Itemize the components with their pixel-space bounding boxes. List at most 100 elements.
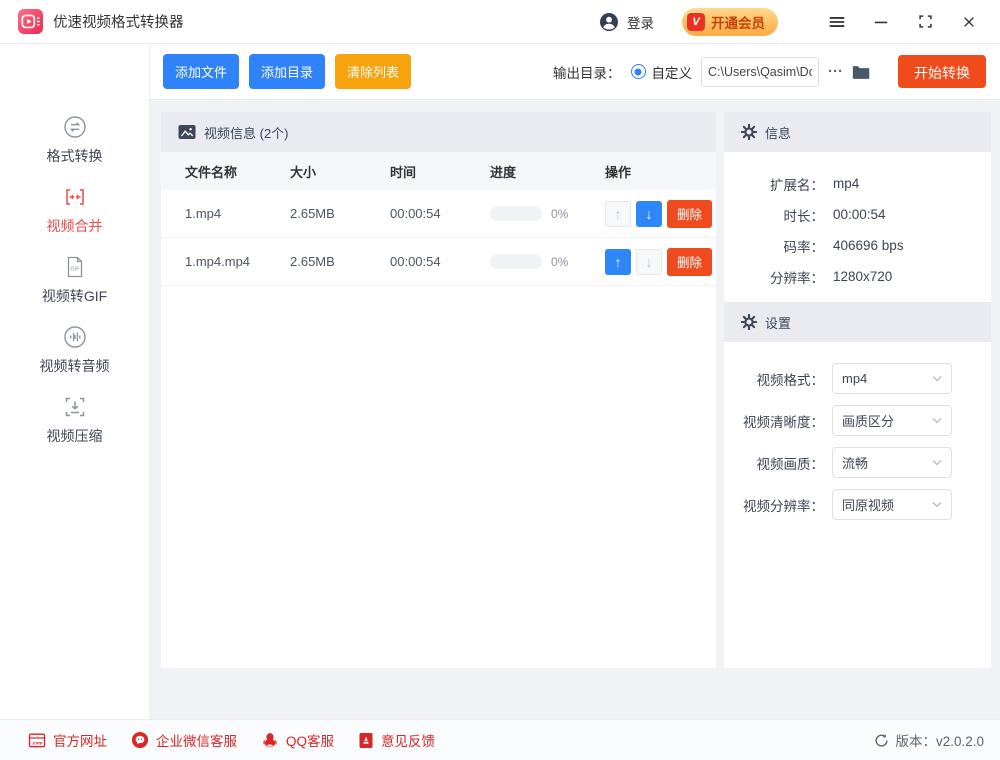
sidebar-item-label: 视频合并 [46,218,103,234]
video-list-panel: 视频信息 (2个) 文件名称 大小 时间 进度 操作 1.mp4 2.65MB … [161,112,716,668]
wechat-support-link[interactable]: 企业微信客服 [131,730,237,750]
select-video-clarity[interactable]: 画质区分 [832,405,952,436]
file-time: 00:00:54 [390,254,441,269]
progress-cell: 0% [490,254,605,269]
output-path-input[interactable] [701,56,819,87]
arrow-down-icon: ↓ [645,205,653,222]
panel-title: 视频信息 (2个) [204,125,289,141]
info-list: 扩展名： mp4 时长： 00:00:54 码率： 406696 bps 分辨率… [724,152,991,292]
column-header: 文件名称 [185,164,238,180]
move-down-button[interactable]: ↓ [636,200,662,227]
clear-list-button[interactable]: 清除列表 [335,54,412,89]
gear-icon [741,314,757,330]
settings-row: 视频清晰度： 画质区分 [724,405,991,436]
chevron-down-icon [932,376,942,382]
svg-text:GIF: GIF [70,267,80,273]
login-button[interactable]: 登录 [598,11,654,33]
app-window: 优速视频格式转换器 登录 V 开通会员 格式转换 视频合并 GIF 视频转GIF… [0,0,1000,760]
chevron-down-icon [932,460,942,466]
delete-button[interactable]: 删除 [667,247,713,276]
custom-radio[interactable] [630,64,646,79]
gear-icon [741,124,757,140]
minimize-icon [874,21,888,23]
chevron-down-icon [932,418,942,424]
move-down-button[interactable]: ↓ [636,248,662,275]
row-actions: ↑ ↓ 删除 [605,199,716,228]
sidebar-item-video-merge[interactable]: 视频合并 [0,184,149,254]
table-header: 文件名称 大小 时间 进度 操作 [161,152,716,190]
file-size: 2.65MB [290,254,335,269]
qq-support-link[interactable]: QQ客服 [261,730,334,750]
version-label: 版本：v2.0.2.0 [874,730,984,750]
sidebar-item-video-to-gif[interactable]: GIF 视频转GIF [0,254,149,324]
refresh-icon [875,733,889,747]
video-info-header: 视频信息 (2个) [161,112,716,152]
delete-button[interactable]: 删除 [667,199,713,228]
info-row: 分辨率： 1280x720 [770,269,893,286]
titlebar: 优速视频格式转换器 登录 V 开通会员 [0,0,1000,44]
move-up-button[interactable]: ↑ [605,248,631,275]
maximize-button[interactable] [914,11,936,33]
website-icon: .com [28,733,46,747]
feedback-link[interactable]: 意见反馈 [358,730,435,750]
select-video-resolution[interactable]: 同原视频 [832,489,952,520]
sidebar: 格式转换 视频合并 GIF 视频转GIF 视频转音频 视频压缩 [0,44,150,719]
sidebar-item-video-compress[interactable]: 视频压缩 [0,394,149,464]
output-directory-group: 输出目录： 自定义 ··· 开始转换 [553,55,986,88]
compress-icon [65,397,84,417]
column-header: 操作 [605,164,632,180]
vip-icon: V [687,12,705,31]
audio-icon [63,326,86,348]
add-directory-button[interactable]: 添加目录 [249,54,326,89]
select-video-quality[interactable]: 流畅 [832,447,952,478]
custom-radio-label: 自定义 [651,65,693,81]
vip-button[interactable]: V 开通会员 [682,7,778,36]
maximize-icon [918,15,932,28]
vip-label: 开通会员 [711,15,765,31]
file-size: 2.65MB [290,206,335,221]
more-options-button[interactable]: ··· [828,63,843,80]
titlebar-controls: 登录 V 开通会员 [598,7,980,36]
toolbar: 添加文件 添加目录 清除列表 输出目录： 自定义 ··· 开始转换 [150,44,1000,100]
select-video-format[interactable]: mp4 [832,363,952,394]
progress-bar [490,254,542,269]
info-row: 时长： 00:00:54 [783,207,886,224]
video-merge-icon [65,189,84,205]
info-row: 扩展名： mp4 [770,176,860,193]
column-header: 进度 [490,164,517,180]
progress-bar [490,206,542,221]
footer: .com 官方网址 企业微信客服 QQ客服 意见反馈 版本：v2.0.2.0 [0,719,1000,760]
add-file-button[interactable]: 添加文件 [163,54,240,89]
details-panel: 信息 扩展名： mp4 时长： 00:00:54 码率： 406696 bps … [724,112,991,668]
format-convert-icon [63,116,86,138]
column-header: 时间 [390,164,417,180]
sidebar-item-format-convert[interactable]: 格式转换 [0,114,149,184]
sidebar-item-video-to-audio[interactable]: 视频转音频 [0,324,149,394]
close-button[interactable] [958,11,980,33]
menu-button[interactable] [826,11,848,33]
minimize-button[interactable] [870,11,892,33]
table-row[interactable]: 1.mp4 2.65MB 00:00:54 0% ↑ ↓ 删除 [161,190,716,238]
settings-list: 视频格式： mp4 视频清晰度： 画质区分 视频画质： 流畅 视频分辨率： 同原… [724,342,991,520]
hamburger-icon [829,16,845,27]
official-website-link[interactable]: .com 官方网址 [28,730,107,750]
move-up-button[interactable]: ↑ [605,200,631,227]
file-name: 1.mp4.mp4 [185,254,251,269]
info-title: 信息 [765,125,792,141]
qq-icon [263,733,277,748]
svg-text:.com: .com [32,740,43,745]
table-row[interactable]: 1.mp4.mp4 2.65MB 00:00:54 0% ↑ ↓ 删除 [161,238,716,286]
folder-icon[interactable] [851,63,871,81]
sidebar-item-label: 视频转GIF [41,288,108,304]
file-time: 00:00:54 [390,206,441,221]
settings-row: 视频分辨率： 同原视频 [724,489,991,520]
output-directory-label: 输出目录： [553,65,621,81]
info-row: 码率： 406696 bps [783,238,904,255]
wechat-icon [131,731,149,749]
settings-row: 视频格式： mp4 [724,363,991,394]
start-convert-button[interactable]: 开始转换 [898,55,986,88]
image-icon [178,125,196,139]
settings-row: 视频画质： 流畅 [724,447,991,478]
login-label: 登录 [627,15,654,31]
arrow-down-icon: ↓ [645,253,653,270]
